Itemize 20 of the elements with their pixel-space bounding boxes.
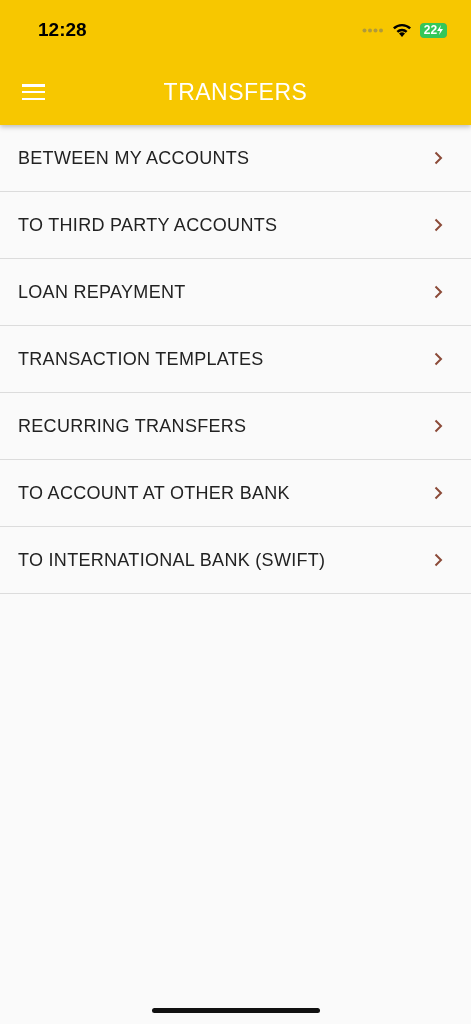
chevron-icon	[434, 285, 443, 299]
menu-item[interactable]: TO THIRD PARTY ACCOUNTS	[0, 192, 471, 259]
page-title: TRANSFERS	[163, 79, 308, 106]
wifi-icon	[392, 22, 412, 38]
chevron-icon	[434, 419, 443, 433]
menu-icon[interactable]	[22, 84, 45, 100]
menu-item[interactable]: TRANSACTION TEMPLATES	[0, 326, 471, 393]
status-time: 12:28	[38, 19, 87, 41]
menu-item[interactable]: TO ACCOUNT AT OTHER BANK	[0, 460, 471, 527]
chevron-icon	[434, 352, 443, 366]
battery-icon: 22	[420, 22, 447, 38]
menu-item[interactable]: LOAN REPAYMENT	[0, 259, 471, 326]
chevron-icon	[434, 218, 443, 232]
chevron-icon	[434, 151, 443, 165]
menu-item[interactable]: RECURRING TRANSFERS	[0, 393, 471, 460]
menu-item[interactable]: BETWEEN MY ACCOUNTS	[0, 125, 471, 192]
chevron-icon	[434, 553, 443, 567]
chevron-icon	[434, 486, 443, 500]
menu-item[interactable]: TO INTERNATIONAL BANK (SWIFT)	[0, 527, 471, 594]
signal-icon	[362, 27, 384, 33]
